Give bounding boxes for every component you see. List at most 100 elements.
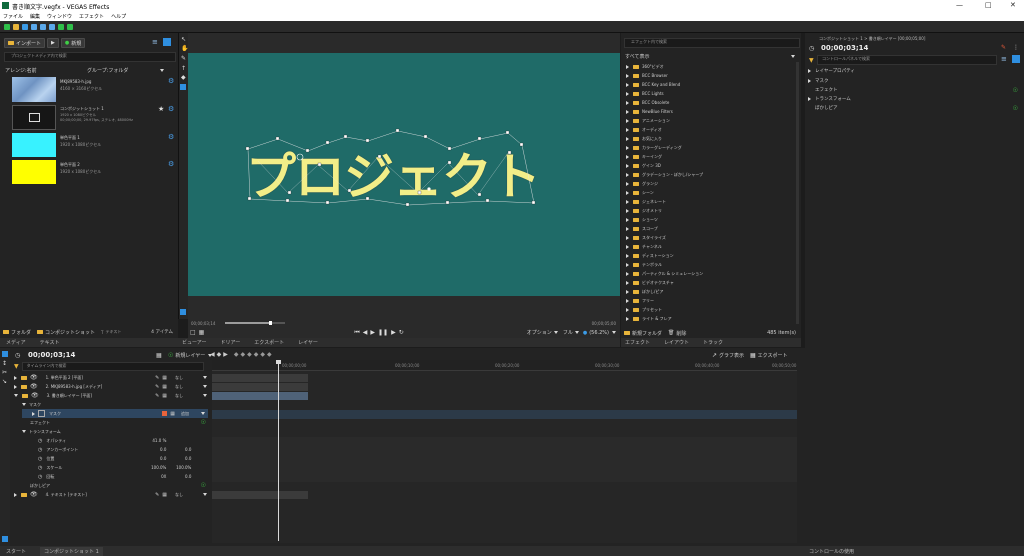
media-search-input[interactable]: プロジェクトメディア内で検索: [4, 52, 176, 62]
anchor-tool-icon[interactable]: ↑: [181, 65, 186, 72]
playhead[interactable]: [278, 361, 279, 541]
property-value[interactable]: 0X: [136, 474, 166, 479]
loop-icon[interactable]: ↻: [399, 329, 404, 336]
effects-category[interactable]: BCC Lights: [621, 89, 799, 98]
media-item[interactable]: 単色平面 2 1920 x 1080ピクセル: [12, 160, 162, 186]
expand-icon[interactable]: [626, 298, 629, 303]
minimize-button[interactable]: —: [956, 1, 963, 9]
expand-icon[interactable]: [626, 100, 629, 105]
snapshot-icon[interactable]: ▦: [156, 352, 162, 359]
tab-text[interactable]: テキスト: [40, 339, 60, 346]
pen-tool-icon[interactable]: ✎: [181, 55, 186, 62]
tab-start[interactable]: スタート: [6, 548, 26, 555]
expand-icon[interactable]: [626, 64, 629, 69]
add-text-button[interactable]: テキスト: [105, 329, 121, 335]
timeline-filter-icon[interactable]: ▼: [14, 363, 19, 370]
mask-group[interactable]: マスク: [10, 400, 210, 409]
timeline-select-icon[interactable]: [2, 351, 8, 357]
layer-row[interactable]: 👁 4. テキスト [テキスト] ✎ ▦ なし: [10, 490, 210, 499]
expand-icon[interactable]: [626, 136, 629, 141]
zoom-arrow[interactable]: [612, 331, 616, 334]
effects-category[interactable]: ショーツ: [621, 215, 799, 224]
arrange-dropdown[interactable]: アレンジ:名前: [5, 67, 37, 74]
menu-help[interactable]: ヘルプ: [111, 13, 126, 20]
graph-view-button[interactable]: ↗ グラフ表示: [712, 352, 744, 359]
add-comp-button[interactable]: コンポジットショット: [45, 329, 95, 336]
expand-icon[interactable]: [626, 253, 629, 258]
tab-effects[interactable]: エフェクト: [625, 339, 650, 346]
effects-category[interactable]: チャンネル: [621, 242, 799, 251]
save-icon[interactable]: [21, 23, 28, 30]
effects-category[interactable]: お気に入り: [621, 134, 799, 143]
next-keyframe-icon[interactable]: ▶: [223, 351, 228, 358]
stopwatch-icon[interactable]: ◷: [38, 456, 42, 462]
menu-effects[interactable]: エフェクト: [79, 13, 104, 20]
effects-category[interactable]: BCC Key and Blend: [621, 80, 799, 89]
controls-search-input[interactable]: コントロールパネルで検索: [817, 55, 997, 65]
expand-icon[interactable]: [626, 280, 629, 285]
add-keyframe-icon[interactable]: ◆: [217, 351, 222, 358]
play-icon[interactable]: ▶: [370, 329, 375, 336]
select-tool-icon[interactable]: ↖: [181, 36, 186, 43]
clip-bar[interactable]: [212, 374, 308, 382]
expand-icon[interactable]: [626, 154, 629, 159]
snapshot-icon[interactable]: □: [190, 329, 196, 336]
media-item-settings-icon[interactable]: ⚙: [168, 77, 174, 85]
effects-category[interactable]: カラーグレーディング: [621, 143, 799, 152]
expand-icon[interactable]: [626, 262, 629, 267]
effects-category[interactable]: ビデオテクスチャ: [621, 278, 799, 287]
new-folder-button[interactable]: 新規フォルダ: [632, 330, 662, 337]
clip-bar[interactable]: [212, 491, 308, 499]
pause-icon[interactable]: ❚❚: [378, 329, 388, 336]
expand-icon[interactable]: [626, 289, 629, 294]
fit-tool-icon[interactable]: [180, 309, 186, 315]
new-layer-button[interactable]: ☉ 新規レイヤー: [168, 352, 213, 359]
playhead-handle[interactable]: [276, 360, 281, 364]
options-dropdown[interactable]: オプション: [527, 329, 552, 336]
timeline-zoom-icon[interactable]: [2, 536, 8, 542]
expand-icon[interactable]: [626, 73, 629, 78]
timeline-search-input[interactable]: タイムライン内で検索: [21, 361, 204, 371]
maximize-button[interactable]: □: [985, 1, 992, 9]
property-value-2[interactable]: 0.0: [166, 474, 191, 479]
expand-icon[interactable]: [626, 109, 629, 114]
panel-menu-icon[interactable]: ⋮: [1013, 44, 1019, 51]
options-arrow[interactable]: [553, 331, 558, 334]
keyframe-icon[interactable]: ◆: [267, 351, 272, 358]
paste-icon[interactable]: [48, 23, 55, 30]
import-button[interactable]: インポート: [4, 38, 46, 48]
timeline-slip-icon[interactable]: ↘: [2, 378, 7, 385]
effects-category[interactable]: ぼかし/ピア: [621, 287, 799, 296]
tab-controls-usage[interactable]: コントロールの使用: [809, 548, 854, 555]
effects-group[interactable]: エフェクト ☉: [10, 418, 210, 427]
keyframe-icon[interactable]: ◆: [254, 351, 259, 358]
transform-group[interactable]: トランスフォーム: [10, 427, 210, 436]
menu-window[interactable]: ウィンドウ: [47, 13, 72, 20]
keyframe-icon[interactable]: ◆: [234, 351, 239, 358]
effects-category[interactable]: ジェネレート: [621, 197, 799, 206]
step-forward-icon[interactable]: ▶: [391, 329, 396, 336]
undo-icon[interactable]: [57, 23, 64, 30]
transform-property[interactable]: ◷ オパシティ 41.0 %: [10, 436, 210, 445]
expand-icon[interactable]: [626, 217, 629, 222]
expand-icon[interactable]: [626, 208, 629, 213]
grid-icon[interactable]: ▦: [199, 329, 205, 336]
effects-category[interactable]: オーディオ: [621, 125, 799, 134]
quality-arrow[interactable]: [574, 331, 579, 334]
effects-category[interactable]: グランジ: [621, 179, 799, 188]
media-item-settings-icon[interactable]: ⚙: [168, 133, 174, 141]
keyframe-icon[interactable]: ◆: [260, 351, 265, 358]
media-item[interactable]: MKJ89583-h.jpg 4160 × 3160ピクセル: [12, 77, 162, 104]
redo-icon[interactable]: [66, 23, 73, 30]
step-back-icon[interactable]: ◀: [363, 329, 368, 336]
new-project-icon[interactable]: [3, 23, 10, 30]
quality-dropdown[interactable]: フル: [563, 329, 573, 336]
property-value-2[interactable]: 0.0: [166, 456, 191, 461]
effects-category[interactable]: テンポラル: [621, 260, 799, 269]
open-folder-icon[interactable]: [12, 23, 19, 30]
delete-button[interactable]: 削除: [676, 330, 686, 337]
effects-scrollbar[interactable]: [796, 62, 799, 324]
expand-icon[interactable]: [626, 307, 629, 312]
viewer-canvas[interactable]: プロジェクト: [188, 53, 620, 296]
menu-file[interactable]: ファイル: [3, 13, 23, 20]
